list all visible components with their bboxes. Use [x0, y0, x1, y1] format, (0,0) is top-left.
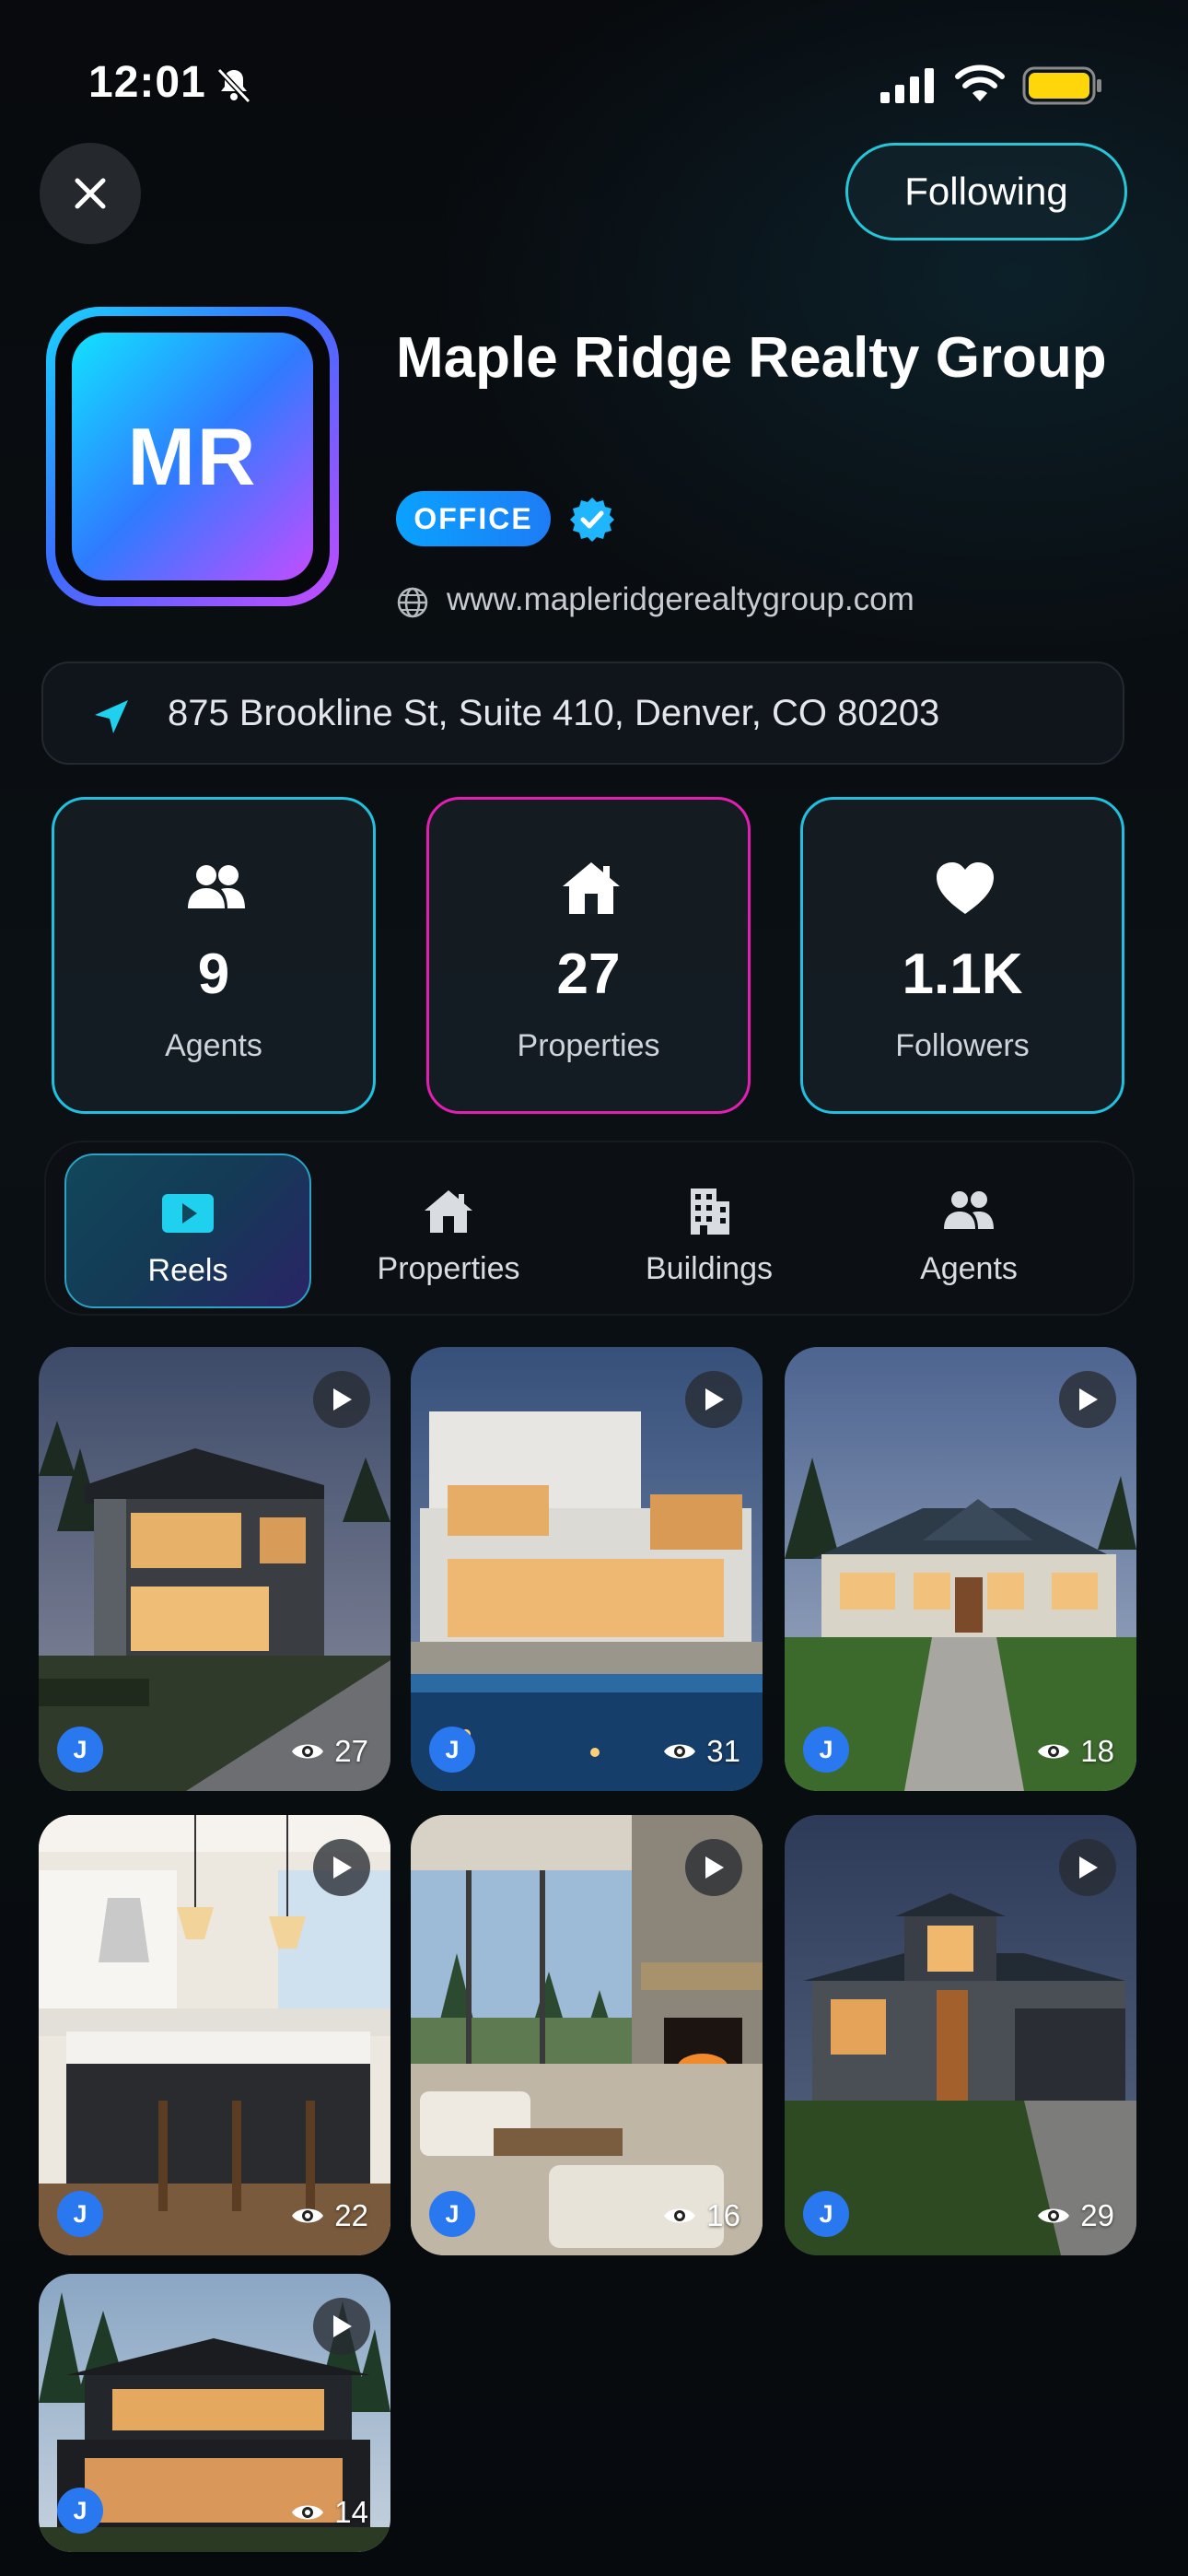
- stat-value: 27: [556, 943, 621, 1006]
- avatar[interactable]: J: [803, 1727, 849, 1773]
- play-icon: [333, 2315, 352, 2337]
- office-badge: OFFICE: [396, 491, 551, 546]
- eye-icon: [292, 2208, 324, 2223]
- heart-icon: [937, 862, 994, 914]
- view-count-group: 29: [1036, 2198, 1114, 2233]
- play-button[interactable]: [313, 2298, 370, 2355]
- play-button[interactable]: [685, 1371, 742, 1428]
- tab-agents[interactable]: Agents: [845, 1153, 1092, 1308]
- verified-check-icon: [570, 498, 614, 542]
- eye-icon: [664, 2208, 696, 2223]
- logo-initials: MR: [72, 333, 313, 580]
- play-button[interactable]: [1059, 1371, 1116, 1428]
- avatar[interactable]: J: [429, 2191, 475, 2237]
- tab-label: Buildings: [646, 1251, 773, 1286]
- play-icon: [333, 1856, 352, 1879]
- tab-reels[interactable]: Reels: [64, 1153, 311, 1308]
- eye-icon: [1038, 1744, 1070, 1759]
- play-icon: [333, 1388, 352, 1411]
- view-count: 27: [334, 1734, 368, 1768]
- profile-screen: 12:01 Following MR Maple Ridge Realty Gr…: [0, 0, 1188, 2576]
- reel-card[interactable]: J 14: [39, 2274, 390, 2552]
- people-icon: [944, 1191, 994, 1229]
- view-count-group: 18: [1036, 1734, 1114, 1769]
- company-name: Maple Ridge Realty Group: [396, 326, 1107, 390]
- avatar[interactable]: J: [803, 2191, 849, 2237]
- stat-label: Followers: [895, 1028, 1030, 1063]
- tab-label: Properties: [377, 1251, 520, 1286]
- status-time: 12:01: [88, 58, 206, 107]
- tab-properties[interactable]: Properties: [325, 1153, 572, 1308]
- play-icon: [1079, 1388, 1098, 1411]
- play-icon: [1079, 1856, 1098, 1879]
- tab-label: Agents: [920, 1251, 1018, 1286]
- play-icon: [705, 1388, 724, 1411]
- company-logo: MR: [46, 307, 339, 606]
- reel-card[interactable]: J 22: [39, 1815, 390, 2255]
- stat-card-properties[interactable]: 27 Properties: [426, 797, 751, 1114]
- globe-icon: [397, 587, 428, 618]
- people-icon: [188, 865, 245, 908]
- avatar[interactable]: J: [57, 2488, 103, 2534]
- view-count-group: 22: [290, 2198, 368, 2233]
- view-count-group: 31: [662, 1734, 740, 1769]
- reel-card[interactable]: J 16: [411, 1815, 763, 2255]
- view-count: 31: [706, 1734, 740, 1768]
- avatar[interactable]: J: [429, 1727, 475, 1773]
- battery-icon: [1022, 66, 1101, 105]
- stat-value: 9: [197, 943, 230, 1006]
- play-box-icon: [162, 1194, 214, 1233]
- view-count-group: 14: [290, 2495, 368, 2530]
- play-button[interactable]: [685, 1839, 742, 1896]
- eye-icon: [1038, 2208, 1070, 2223]
- view-count: 14: [334, 2495, 368, 2529]
- address-bar[interactable]: 875 Brookline St, Suite 410, Denver, CO …: [41, 662, 1124, 765]
- view-count: 29: [1080, 2198, 1114, 2232]
- stat-card-agents[interactable]: 9 Agents: [52, 797, 376, 1114]
- avatar[interactable]: J: [57, 2191, 103, 2237]
- stat-card-followers[interactable]: 1.1K Followers: [800, 797, 1124, 1114]
- home-icon: [563, 862, 620, 914]
- avatar[interactable]: J: [57, 1727, 103, 1773]
- play-button[interactable]: [313, 1371, 370, 1428]
- reel-card[interactable]: J 18: [785, 1347, 1136, 1791]
- location-arrow-icon: [95, 700, 128, 733]
- close-icon: [75, 178, 106, 209]
- home-icon: [425, 1190, 472, 1233]
- view-count-group: 16: [662, 2198, 740, 2233]
- reel-card[interactable]: J 31: [411, 1347, 763, 1791]
- eye-icon: [292, 1744, 324, 1759]
- wifi-icon: [955, 64, 1005, 101]
- bell-muted-icon: [216, 67, 251, 104]
- eye-icon: [664, 1744, 696, 1759]
- tab-buildings[interactable]: Buildings: [586, 1153, 833, 1308]
- following-button[interactable]: Following: [845, 143, 1127, 240]
- stat-label: Agents: [165, 1028, 262, 1063]
- reel-card[interactable]: J 29: [785, 1815, 1136, 2255]
- view-count: 22: [334, 2198, 368, 2232]
- reel-card[interactable]: J 27: [39, 1347, 390, 1791]
- close-button[interactable]: [40, 143, 141, 244]
- view-count: 18: [1080, 1734, 1114, 1768]
- cellular-signal-icon: [880, 68, 934, 103]
- tab-label: Reels: [147, 1253, 228, 1288]
- tab-bar: Reels Properties Buildings Agents: [44, 1141, 1135, 1316]
- stat-value: 1.1K: [902, 943, 1023, 1006]
- building-icon: [691, 1188, 729, 1235]
- stat-label: Properties: [517, 1028, 660, 1063]
- view-count: 16: [706, 2198, 740, 2232]
- view-count-group: 27: [290, 1734, 368, 1769]
- play-button[interactable]: [313, 1839, 370, 1896]
- play-icon: [705, 1856, 724, 1879]
- address-text: 875 Brookline St, Suite 410, Denver, CO …: [168, 693, 940, 733]
- website-link[interactable]: www.mapleridgerealtygroup.com: [447, 581, 914, 618]
- eye-icon: [292, 2505, 324, 2520]
- play-button[interactable]: [1059, 1839, 1116, 1896]
